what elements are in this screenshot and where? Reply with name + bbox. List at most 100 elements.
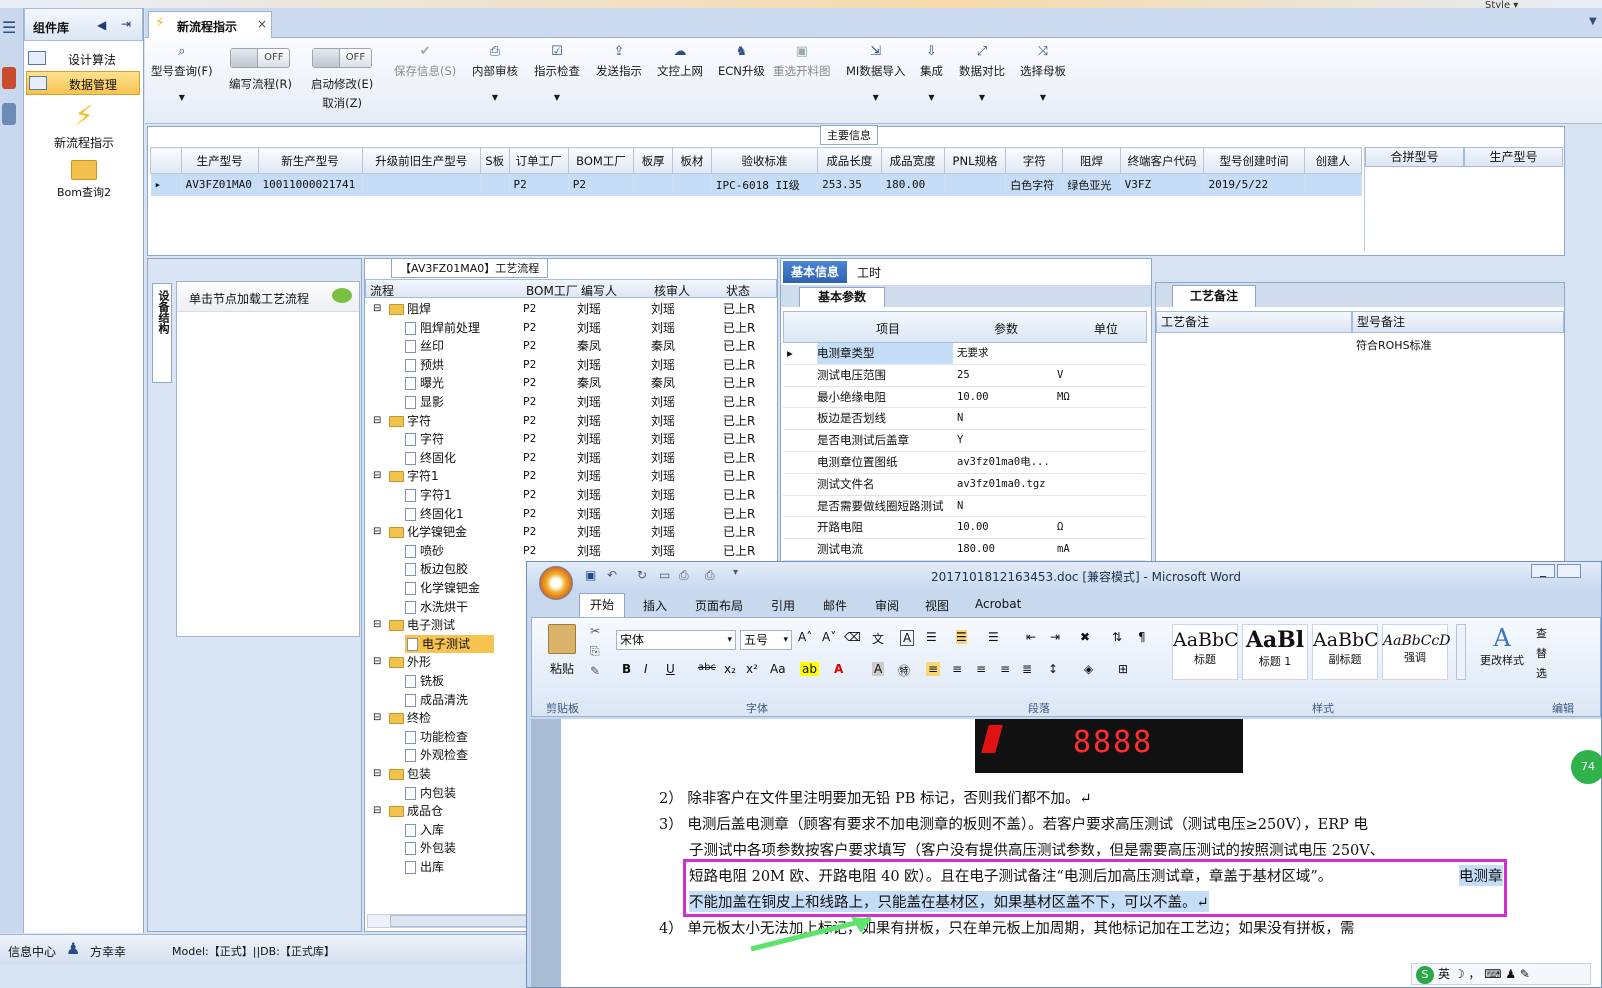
- reselect-drawing-button[interactable]: ▣ 重选开料图: [773, 44, 831, 79]
- column-header[interactable]: 生产型号: [1464, 147, 1563, 167]
- column-header[interactable]: BOM工厂: [567, 147, 635, 174]
- param-name[interactable]: 是否电测试后盖章: [817, 430, 953, 451]
- param-value[interactable]: Y: [957, 430, 1053, 451]
- tree-node-label[interactable]: 成品仓: [389, 802, 443, 820]
- new-doc-icon[interactable]: ▭: [659, 568, 670, 582]
- column-header[interactable]: S板: [480, 147, 510, 174]
- style-gallery-scroll[interactable]: [1456, 624, 1466, 680]
- sidebar-big-new-flow[interactable]: ⚡ 新流程指示: [44, 100, 124, 151]
- tab-view[interactable]: 视图: [925, 597, 949, 614]
- multilevel-icon[interactable]: ☰: [988, 630, 999, 644]
- ecn-upgrade-button[interactable]: ♞ ECN升级: [718, 44, 765, 79]
- print-icon[interactable]: ⎙: [705, 568, 715, 583]
- document-page[interactable]: 8888 2） 除非客户在文件里注明要加无铅 PB 标记，否则我们都不加。↵ 3…: [561, 719, 1601, 987]
- tree-node-label[interactable]: 化学镍钯金: [405, 579, 480, 597]
- tree-node-label[interactable]: 字符: [405, 430, 444, 448]
- tree-node-label[interactable]: 化学镍钯金: [389, 523, 467, 541]
- font-size-select[interactable]: 五号 ▾: [740, 630, 792, 650]
- line-spacing-icon[interactable]: ↕: [1048, 662, 1058, 676]
- tree-row[interactable]: 字符 ⊟ P2 刘瑶 刘瑶 已上R: [365, 412, 775, 431]
- param-name[interactable]: 是否需要做线圈短路测试: [817, 496, 953, 517]
- param-value[interactable]: 无要求: [957, 343, 1053, 364]
- phonetic-icon[interactable]: 文: [872, 630, 884, 647]
- tab-acrobat[interactable]: Acrobat: [975, 597, 1021, 611]
- superscript-icon[interactable]: x²: [746, 662, 758, 676]
- param-unit[interactable]: V: [1057, 365, 1063, 386]
- column-header[interactable]: 创建人: [1303, 147, 1363, 174]
- italic-icon[interactable]: I: [644, 662, 648, 676]
- sidebar-big-bom-query[interactable]: Bom查询2: [44, 156, 124, 200]
- table-cell[interactable]: [633, 173, 674, 196]
- tree-row[interactable]: 曝光 P2 秦凤 秦凤 已上R: [365, 374, 775, 393]
- close-icon[interactable]: ×: [257, 17, 267, 31]
- tree-node-label[interactable]: 字符1: [389, 467, 439, 485]
- tab-device-structure[interactable]: 设备结构: [152, 283, 172, 383]
- borders-icon[interactable]: ⊞: [1118, 662, 1128, 676]
- table-row[interactable]: 测试电压范围 25 V: [783, 365, 1147, 387]
- tab-insert[interactable]: 插入: [643, 597, 667, 614]
- tree-row[interactable]: 化学镍钯金 ⊟ P2 刘瑶 刘瑶 已上R: [365, 523, 775, 542]
- tree-node-label[interactable]: 板边包胶: [405, 560, 468, 578]
- table-cell[interactable]: [1304, 173, 1363, 196]
- column-header[interactable]: 订单工厂: [508, 147, 569, 174]
- column-header[interactable]: PNL规格: [943, 147, 1007, 174]
- style-title[interactable]: AaBbC 标题: [1172, 624, 1239, 680]
- char-shading-icon[interactable]: A: [872, 662, 885, 676]
- param-name[interactable]: 测试电压范围: [817, 365, 953, 386]
- param-value[interactable]: av3fz01ma0.tgz: [957, 474, 1053, 495]
- table-row[interactable]: 开路电阻 10.00 Ω: [783, 517, 1147, 540]
- align-left-icon[interactable]: ≡: [926, 662, 941, 676]
- column-header[interactable]: 状态: [726, 282, 750, 299]
- edit-flow-toggle[interactable]: OFF 编写流程(R): [229, 48, 292, 92]
- floating-badge[interactable]: 74: [1571, 750, 1602, 784]
- tree-node-label[interactable]: 包装: [389, 765, 431, 783]
- column-header[interactable]: 项目: [876, 320, 900, 337]
- tree-node-label[interactable]: 内包装: [405, 784, 456, 802]
- table-row[interactable]: 测试电流 180.00 mA: [783, 539, 1147, 561]
- format-painter-icon[interactable]: ✎: [590, 664, 600, 678]
- tab-mailings[interactable]: 邮件: [823, 597, 847, 614]
- info-center-label[interactable]: 信息中心: [8, 943, 56, 960]
- model-note-text[interactable]: 符合ROHS标准: [1356, 337, 1432, 353]
- table-cell[interactable]: 180.00: [881, 173, 945, 196]
- office-button[interactable]: [539, 566, 573, 600]
- param-value[interactable]: 180.00: [957, 539, 1053, 560]
- bullets-icon[interactable]: ☰: [926, 630, 937, 644]
- column-header[interactable]: 合拼型号: [1365, 147, 1464, 167]
- collapse-icon[interactable]: ⊟: [373, 412, 381, 430]
- tree-node-label[interactable]: 电子测试: [405, 634, 495, 653]
- cut-icon[interactable]: ✂: [590, 624, 600, 638]
- font-name-select[interactable]: 宋体 ▾: [616, 630, 736, 650]
- print-preview-icon[interactable]: ⎙: [679, 568, 689, 583]
- table-row[interactable]: ▸ 电测章类型 无要求: [783, 343, 1147, 365]
- collapse-icon[interactable]: ⊟: [373, 802, 381, 820]
- table-cell[interactable]: 2019/5/22: [1203, 173, 1305, 196]
- param-name[interactable]: 电测章类型: [817, 343, 953, 364]
- tree-row[interactable]: 终固化 P2 刘瑶 刘瑶 已上R: [365, 449, 775, 468]
- shading-icon[interactable]: ◈: [1084, 662, 1093, 676]
- table-cell[interactable]: AV3FZ01MA0: [181, 173, 259, 196]
- param-name[interactable]: 板边是否划线: [817, 408, 953, 429]
- copy-icon[interactable]: ⎘: [590, 644, 600, 659]
- sidebar-item-design[interactable]: 设计算法: [26, 47, 140, 69]
- column-header[interactable]: 成品宽度: [880, 147, 945, 174]
- tree-node-label[interactable]: 预烘: [405, 356, 444, 374]
- collapse-icon[interactable]: ⊟: [373, 300, 381, 318]
- paste-icon[interactable]: [548, 624, 576, 654]
- subscript-icon[interactable]: x₂: [724, 662, 736, 676]
- redo-icon[interactable]: ↻: [637, 568, 647, 582]
- table-cell[interactable]: [480, 173, 510, 196]
- tree-node-label[interactable]: 外包装: [405, 839, 456, 857]
- tree-row[interactable]: 阻焊 ⊟ P2 刘瑶 刘瑶 已上R: [365, 300, 775, 319]
- column-header[interactable]: BOM工厂: [526, 282, 578, 299]
- tab-work-hours[interactable]: 工时: [857, 264, 881, 281]
- tree-node-label[interactable]: 显影: [405, 393, 444, 411]
- font-color-icon[interactable]: A: [834, 662, 843, 676]
- chevron-down-icon[interactable]: ▼: [1589, 16, 1597, 27]
- align-right-icon[interactable]: ≡: [976, 662, 986, 676]
- tree-node-label[interactable]: 铣板: [405, 672, 444, 690]
- table-cell[interactable]: 10011000021741: [258, 173, 363, 196]
- toggle-switch[interactable]: OFF: [230, 48, 291, 68]
- cancel-label[interactable]: 取消(Z): [311, 95, 373, 111]
- sort-icon[interactable]: ⇅: [1112, 630, 1122, 644]
